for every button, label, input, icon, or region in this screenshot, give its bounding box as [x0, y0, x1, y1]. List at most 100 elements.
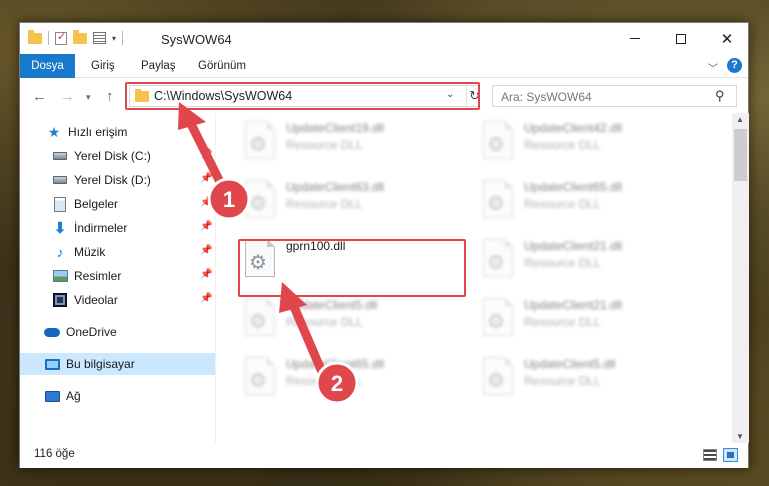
- file-item[interactable]: ⚙ UpdateClient19.dll Resource DLL: [241, 117, 471, 169]
- sidebar-item-label: Müzik: [74, 245, 106, 259]
- document-icon: [52, 196, 68, 212]
- file-name: UpdateClient65.dll: [524, 180, 623, 194]
- recent-locations-chevron-icon[interactable]: ▾: [86, 92, 91, 103]
- vertical-scrollbar[interactable]: ▲ ▼: [732, 113, 749, 443]
- navigation-pane: ★ Hızlı erişim Yerel Disk (C:) 📌 Yerel D…: [20, 113, 215, 443]
- network-icon: [44, 388, 60, 404]
- file-name: UpdateClient5.dll: [524, 357, 616, 371]
- sidebar-item-label: Videolar: [74, 293, 118, 307]
- sidebar-item-videos[interactable]: Videolar 📌: [20, 289, 215, 311]
- forward-arrow-icon[interactable]: →: [60, 88, 75, 105]
- file-item[interactable]: ⚙ UpdateClient63.dll Resource DLL: [241, 176, 471, 228]
- file-item[interactable]: ⚙ UpdateClient5.dll Resource DLL: [479, 353, 709, 405]
- star-icon: ★: [47, 123, 61, 140]
- sidebar-item-label: Hızlı erişim: [68, 125, 128, 139]
- scrollbar-thumb[interactable]: [734, 129, 747, 181]
- dll-file-icon: ⚙: [241, 121, 277, 163]
- file-item[interactable]: ⚙ UpdateClient42.dll Resource DLL: [479, 117, 709, 169]
- sidebar-item-network[interactable]: Ağ: [20, 385, 215, 407]
- file-item[interactable]: ⚙ UpdateClient21.dll Resource DLL: [479, 235, 709, 287]
- sidebar-item-local-disk-c[interactable]: Yerel Disk (C:) 📌: [20, 145, 215, 167]
- file-type: Resource DLL: [286, 374, 363, 388]
- properties-check-icon[interactable]: [55, 30, 67, 45]
- pin-icon[interactable]: 📌: [200, 269, 212, 280]
- toolbar-separator: [48, 31, 49, 45]
- sidebar-item-music[interactable]: ♪ Müzik 📌: [20, 241, 215, 263]
- minimize-icon: [630, 38, 640, 39]
- sidebar-item-label: Yerel Disk (D:): [74, 173, 151, 187]
- file-name: UpdateClient21.dll: [524, 298, 623, 312]
- download-icon: ⬇: [53, 220, 67, 237]
- title-bar: ▾ SysWOW64 ✕: [20, 23, 748, 54]
- file-name: UpdateClient42.dll: [524, 121, 623, 135]
- tab-paylas[interactable]: Paylaş: [141, 54, 176, 78]
- dll-file-icon: ⚙: [479, 239, 515, 281]
- disk-icon: [52, 148, 68, 164]
- scroll-down-icon[interactable]: ▼: [736, 432, 744, 441]
- computer-icon: [44, 356, 60, 372]
- close-button[interactable]: ✕: [704, 23, 750, 54]
- up-arrow-icon[interactable]: ↑: [106, 88, 114, 105]
- back-arrow-icon[interactable]: ←: [32, 88, 47, 105]
- file-type: Resource DLL: [286, 197, 363, 211]
- tab-giris[interactable]: Giriş: [91, 54, 115, 78]
- pin-icon[interactable]: 📌: [200, 173, 212, 184]
- file-item[interactable]: ⚙ UpdateClient65.dll Resource DLL: [479, 176, 709, 228]
- file-item[interactable]: ⚙ UpdateClient5.dll Resource DLL: [241, 294, 471, 346]
- minimize-button[interactable]: [612, 23, 658, 54]
- pin-icon[interactable]: 📌: [200, 221, 212, 232]
- music-icon: ♪: [56, 244, 64, 260]
- sidebar-item-documents[interactable]: Belgeler 📌: [20, 193, 215, 215]
- pane-divider[interactable]: [215, 113, 216, 443]
- sidebar-item-downloads[interactable]: ⬇ İndirmeler 📌: [20, 217, 215, 239]
- scroll-up-icon[interactable]: ▲: [736, 115, 744, 124]
- pin-icon[interactable]: 📌: [200, 293, 212, 304]
- pictures-icon: [52, 268, 68, 284]
- file-type: Resource DLL: [524, 256, 601, 270]
- dll-file-icon: ⚙: [479, 298, 515, 340]
- ribbon-tabs: Dosya Giriş Paylaş Görünüm ﹀ ?: [20, 54, 748, 78]
- sidebar-item-onedrive[interactable]: OneDrive: [20, 321, 215, 343]
- maximize-icon: [676, 33, 686, 44]
- file-name: UpdateClient21.dll: [524, 239, 623, 253]
- help-icon[interactable]: ?: [727, 58, 742, 73]
- video-icon: [52, 292, 68, 308]
- search-input[interactable]: Ara: SysWOW64 ⚲: [492, 85, 737, 107]
- file-name: UpdateClient19.dll: [286, 121, 385, 135]
- folder-icon[interactable]: [28, 29, 42, 44]
- search-icon[interactable]: ⚲: [715, 88, 725, 104]
- status-bar: 116 öğe: [20, 443, 748, 468]
- dll-file-icon: ⚙: [241, 180, 277, 222]
- new-folder-icon[interactable]: [73, 29, 87, 44]
- file-item[interactable]: ⚙ UpdateClient65.dll Resource DLL: [241, 353, 471, 405]
- file-item[interactable]: ⚙ UpdateClient21.dll Resource DLL: [479, 294, 709, 346]
- pin-icon[interactable]: 📌: [200, 245, 212, 256]
- file-name: UpdateClient5.dll: [286, 298, 378, 312]
- sidebar-item-quick-access[interactable]: ★ Hızlı erişim: [20, 121, 215, 143]
- large-icons-view-icon[interactable]: [723, 448, 738, 462]
- sidebar-item-pictures[interactable]: Resimler 📌: [20, 265, 215, 287]
- file-type: Resource DLL: [524, 374, 601, 388]
- expand-ribbon-icon[interactable]: ﹀: [708, 60, 718, 75]
- file-type: Resource DLL: [286, 315, 363, 329]
- file-name: UpdateClient63.dll: [286, 180, 385, 194]
- sidebar-item-label: Ağ: [66, 389, 81, 403]
- chevron-down-icon[interactable]: ▾: [112, 34, 116, 43]
- customize-toolbar-icon[interactable]: [93, 32, 106, 44]
- address-highlight-box: [125, 82, 480, 110]
- tab-gorunum[interactable]: Görünüm: [198, 54, 246, 78]
- sidebar-item-local-disk-d[interactable]: Yerel Disk (D:) 📌: [20, 169, 215, 191]
- file-type: Resource DLL: [524, 197, 601, 211]
- cloud-icon: [44, 324, 60, 340]
- pin-icon[interactable]: 📌: [200, 197, 212, 208]
- details-view-icon[interactable]: [703, 449, 717, 461]
- sidebar-item-this-pc[interactable]: Bu bilgisayar: [20, 353, 215, 375]
- file-highlight-box: [238, 239, 466, 297]
- pin-icon[interactable]: 📌: [200, 149, 212, 160]
- window-title: SysWOW64: [161, 32, 232, 47]
- quick-access-toolbar: ▾: [28, 29, 124, 45]
- file-name: UpdateClient65.dll: [286, 357, 385, 371]
- tab-dosya[interactable]: Dosya: [20, 54, 75, 78]
- maximize-button[interactable]: [658, 23, 704, 54]
- dll-file-icon: ⚙: [479, 180, 515, 222]
